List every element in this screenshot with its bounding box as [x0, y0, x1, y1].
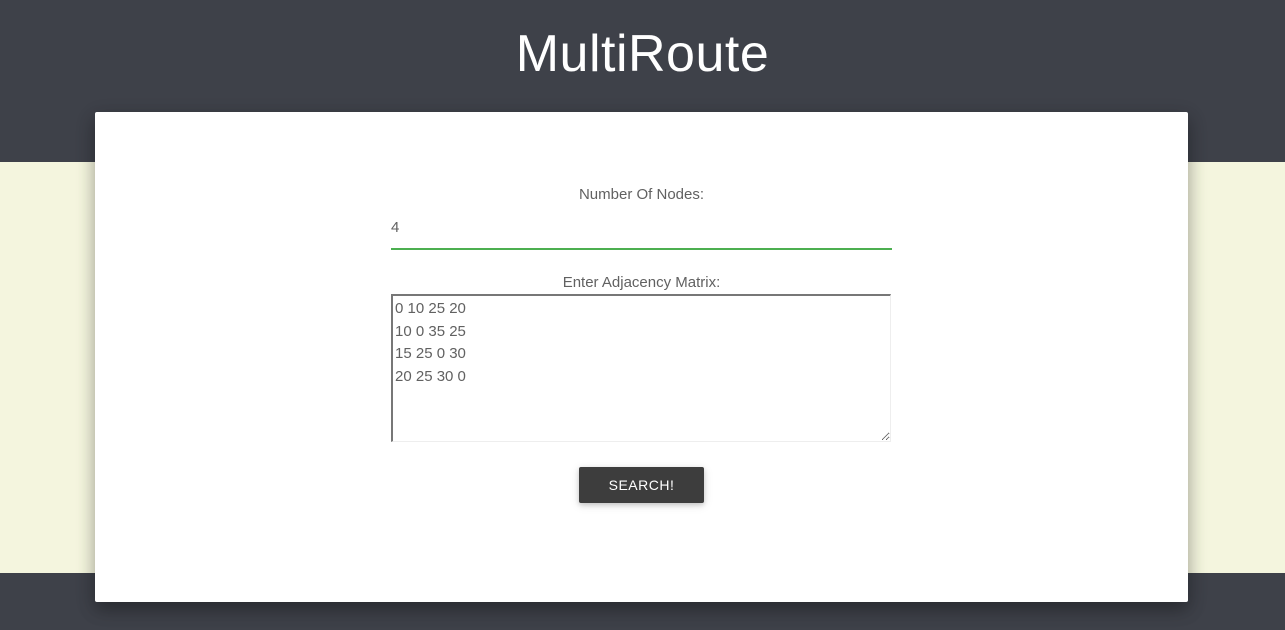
search-button[interactable]: Search! [579, 467, 704, 503]
nodes-input[interactable] [391, 212, 892, 250]
nodes-label: Number Of Nodes: [578, 186, 705, 203]
app-title: MultiRoute [515, 25, 770, 83]
adjacency-matrix-input[interactable]: 0 10 25 20 10 0 35 25 15 25 0 30 20 25 3… [391, 294, 891, 442]
matrix-label: Enter Adjacency Matrix: [562, 274, 721, 291]
form-card: Number Of Nodes: Enter Adjacency Matrix:… [95, 112, 1188, 602]
